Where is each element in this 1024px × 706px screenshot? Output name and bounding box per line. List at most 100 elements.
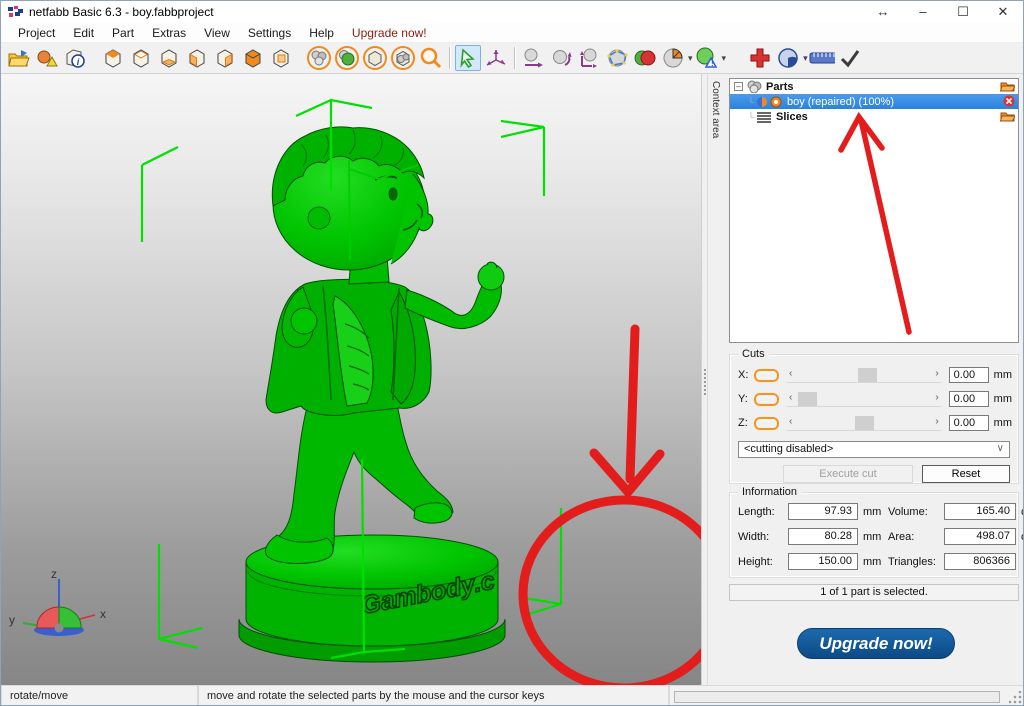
cut-row-y: Y: ‹ › 0.00 mm xyxy=(730,387,1018,411)
free-cut-icon[interactable] xyxy=(604,45,630,71)
slider-right-arrow-icon[interactable]: › xyxy=(935,392,938,403)
main-toolbar: i ▾ ! ▾ ▾ xyxy=(1,43,1023,74)
scale-part-icon[interactable] xyxy=(576,45,602,71)
cut-z-slider-thumb[interactable] xyxy=(855,416,874,430)
view-back-icon[interactable] xyxy=(268,45,294,71)
cut-y-slider-thumb[interactable] xyxy=(798,392,817,406)
slider-right-arrow-icon[interactable]: › xyxy=(935,416,938,427)
slider-right-arrow-icon[interactable]: › xyxy=(935,368,938,379)
rotate-move-tool[interactable] xyxy=(483,45,509,71)
length-label: Length: xyxy=(738,506,788,518)
slider-left-arrow-icon[interactable]: ‹ xyxy=(789,392,792,403)
view-bottom-icon[interactable] xyxy=(156,45,182,71)
execute-cut-button[interactable]: Execute cut xyxy=(783,465,913,483)
svg-text:!: ! xyxy=(711,59,714,68)
cut-z-value-input[interactable]: 0.00 xyxy=(949,415,989,431)
repair-script-icon[interactable]: ! xyxy=(694,45,720,71)
zoom-icon[interactable] xyxy=(418,45,444,71)
remove-part-icon[interactable] xyxy=(1003,95,1015,107)
progress-bar xyxy=(674,691,1000,703)
section-view-dropdown-icon[interactable]: ▾ xyxy=(688,53,693,64)
cuts-group: Cuts X: ‹ › 0.00 mm Y: xyxy=(729,354,1019,484)
rotate-part-icon[interactable] xyxy=(548,45,574,71)
cut-z-slider[interactable]: ‹ › xyxy=(787,415,941,431)
status-hint: move and rotate the selected parts by th… xyxy=(198,685,669,706)
menu-upgrade-now[interactable]: Upgrade now! xyxy=(343,26,436,40)
cut-y-toggle-button[interactable] xyxy=(754,393,779,406)
cut-row-z: Z: ‹ › 0.00 mm xyxy=(730,411,1018,435)
restore-size-icon[interactable]: ↔ xyxy=(863,1,903,23)
visibility-eye-icon[interactable] xyxy=(769,96,783,108)
part-info-icon[interactable]: i xyxy=(62,45,88,71)
cut-x-toggle-button[interactable] xyxy=(754,369,779,382)
menu-edit[interactable]: Edit xyxy=(64,26,103,40)
boolean-icon[interactable] xyxy=(632,45,658,71)
status-progress-cell xyxy=(669,685,1024,706)
open-project-icon[interactable] xyxy=(6,45,32,71)
menu-help[interactable]: Help xyxy=(300,26,343,40)
annotation-circle xyxy=(523,500,701,685)
cutting-mode-dropdown[interactable]: <cutting disabled> ∨ xyxy=(738,441,1010,458)
collapse-expander-icon[interactable]: – xyxy=(734,82,743,91)
window-title: netfabb Basic 6.3 - boy.fabbproject xyxy=(29,5,214,19)
resize-grip[interactable] xyxy=(1009,691,1022,704)
app-logo-icon xyxy=(8,6,23,18)
apply-check-icon[interactable] xyxy=(837,45,863,71)
slices-icon xyxy=(756,111,772,123)
menu-view[interactable]: View xyxy=(195,26,239,40)
repair-part-icon[interactable] xyxy=(747,45,773,71)
cut-x-slider-thumb[interactable] xyxy=(858,368,877,382)
minimize-button[interactable]: – xyxy=(903,1,943,23)
measuring-dropdown-icon[interactable]: ▾ xyxy=(803,53,808,64)
menu-settings[interactable]: Settings xyxy=(239,26,300,40)
cut-row-x: X: ‹ › 0.00 mm xyxy=(730,363,1018,387)
show-parts-in-box-icon[interactable] xyxy=(390,45,416,71)
title-bar: netfabb Basic 6.3 - boy.fabbproject ↔ – … xyxy=(1,1,1023,23)
load-slice-folder-icon[interactable] xyxy=(1000,110,1015,122)
maximize-button[interactable]: ☐ xyxy=(943,1,983,23)
menu-extras[interactable]: Extras xyxy=(143,26,195,40)
part-item-label: boy (repaired) (100%) xyxy=(787,96,894,108)
view-right-icon[interactable] xyxy=(212,45,238,71)
context-area-tab[interactable]: Context area xyxy=(707,74,723,685)
parts-tree[interactable]: – Parts └ boy (repaired) (100%) └ xyxy=(729,78,1019,343)
cut-y-slider[interactable]: ‹ › xyxy=(787,391,941,407)
view-iso-icon[interactable] xyxy=(100,45,126,71)
load-part-folder-icon[interactable] xyxy=(1000,80,1015,92)
tree-row-parts[interactable]: – Parts xyxy=(730,79,1018,94)
view-front-icon[interactable] xyxy=(240,45,266,71)
volume-label: Volume: xyxy=(888,506,944,518)
add-part-icon[interactable] xyxy=(34,45,60,71)
annotation-arrow-down xyxy=(594,329,660,492)
view-left-icon[interactable] xyxy=(184,45,210,71)
reset-button[interactable]: Reset xyxy=(922,465,1010,483)
menu-bar: Project Edit Part Extras View Settings H… xyxy=(1,23,1023,43)
show-selected-parts-icon[interactable] xyxy=(334,45,360,71)
cut-z-toggle-button[interactable] xyxy=(754,417,779,430)
cut-x-slider[interactable]: ‹ › xyxy=(787,367,941,383)
view-top-icon[interactable] xyxy=(128,45,154,71)
viewport-3d[interactable]: Gambody.c xyxy=(1,74,701,685)
select-tool[interactable] xyxy=(455,45,481,71)
repair-script-dropdown-icon[interactable]: ▾ xyxy=(722,53,727,64)
show-all-parts-icon[interactable] xyxy=(306,45,332,71)
tree-row-boy-selected[interactable]: └ boy (repaired) (100%) xyxy=(730,94,1018,109)
close-button[interactable]: ✕ xyxy=(983,1,1023,23)
volume-value: 165.40 xyxy=(944,503,1016,520)
axis-label-x: x xyxy=(100,607,106,621)
tree-row-slices[interactable]: └ Slices xyxy=(730,109,1018,124)
width-label: Width: xyxy=(738,531,788,543)
ruler-icon[interactable] xyxy=(809,45,835,71)
cut-y-value-input[interactable]: 0.00 xyxy=(949,391,989,407)
new-measuring-icon[interactable] xyxy=(775,45,801,71)
slider-left-arrow-icon[interactable]: ‹ xyxy=(789,368,792,379)
show-bounding-box-icon[interactable] xyxy=(362,45,388,71)
slider-left-arrow-icon[interactable]: ‹ xyxy=(789,416,792,427)
upgrade-now-button[interactable]: Upgrade now! xyxy=(797,628,955,659)
move-part-icon[interactable] xyxy=(520,45,546,71)
cuts-group-title: Cuts xyxy=(738,348,769,360)
menu-part[interactable]: Part xyxy=(103,26,143,40)
menu-project[interactable]: Project xyxy=(9,26,64,40)
cut-x-value-input[interactable]: 0.00 xyxy=(949,367,989,383)
section-view-icon[interactable] xyxy=(660,45,686,71)
